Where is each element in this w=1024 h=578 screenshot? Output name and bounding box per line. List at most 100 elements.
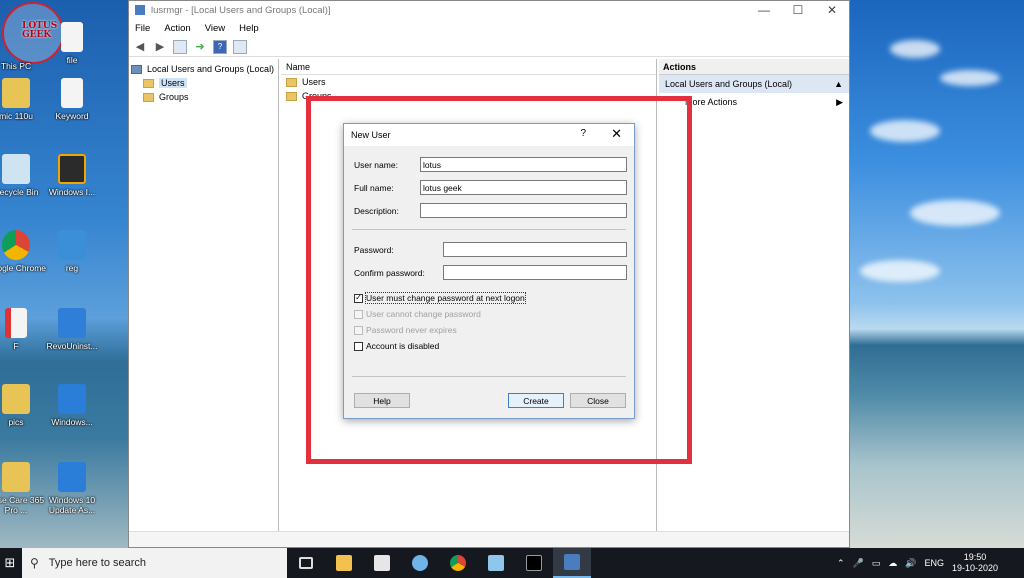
- new-user-dialog: New User ? ✕ User name: lotus Full name:…: [343, 123, 635, 419]
- menu-file[interactable]: File: [135, 23, 150, 34]
- desktop-icon-windows[interactable]: Windows...: [42, 384, 102, 427]
- menu-help[interactable]: Help: [239, 23, 259, 34]
- tree-item-groups[interactable]: Groups: [131, 90, 276, 104]
- desktop-icon-file[interactable]: file: [42, 22, 102, 65]
- checkmark-icon: ✓: [354, 293, 363, 303]
- username-label: User name:: [354, 160, 398, 170]
- title-bar: lusrmgr - [Local Users and Groups (Local…: [129, 1, 849, 19]
- desktop-icon-windows-insider[interactable]: Windows I...: [42, 154, 102, 197]
- registry-icon: [58, 230, 86, 260]
- windows-update-icon: [58, 384, 86, 414]
- username-input[interactable]: lotus: [420, 157, 627, 172]
- chrome-taskbar-icon[interactable]: [439, 548, 477, 578]
- document-icon: [61, 78, 83, 108]
- tree-item-users[interactable]: Users: [131, 76, 276, 90]
- desktop-icon-f[interactable]: F: [0, 308, 46, 351]
- list-item-users[interactable]: Users: [281, 75, 656, 89]
- desktop-icon-keyword[interactable]: Keyword: [42, 78, 102, 121]
- create-button[interactable]: Create: [508, 393, 564, 408]
- show-hide-tree-icon[interactable]: [173, 39, 187, 54]
- checkbox-password-never-expires[interactable]: Password never expires: [354, 325, 457, 335]
- checkbox-account-disabled[interactable]: Account is disabled: [354, 341, 439, 351]
- confirm-password-input[interactable]: [443, 265, 627, 280]
- paint-icon[interactable]: [401, 548, 439, 578]
- windows-update-icon: [58, 462, 86, 492]
- language-indicator[interactable]: ENG: [924, 558, 944, 568]
- chevron-right-icon: ▶: [836, 96, 843, 107]
- dialog-close-icon[interactable]: ✕: [611, 126, 622, 142]
- maximize-button[interactable]: ☐: [781, 1, 815, 19]
- taskbar-search-box[interactable]: ⚲ Type here to search: [22, 548, 287, 578]
- document-icon: [61, 22, 83, 52]
- desktop-icon-windows-update[interactable]: Windows 10 Update As...: [42, 462, 102, 515]
- menu-bar: File Action View Help: [129, 19, 849, 37]
- store-icon[interactable]: [363, 548, 401, 578]
- collapse-up-icon: ▲: [834, 79, 843, 89]
- clock[interactable]: 19:50 19-10-2020: [952, 552, 998, 574]
- separator: [352, 229, 626, 230]
- search-placeholder: Type here to search: [48, 557, 147, 569]
- folder-icon: [2, 462, 30, 492]
- chevron-up-icon[interactable]: ⌃: [837, 558, 845, 569]
- help-icon[interactable]: ?: [213, 39, 227, 54]
- recycle-bin-icon: [2, 154, 30, 184]
- desktop-icon-recycle-bin[interactable]: Recycle Bin: [0, 154, 46, 197]
- description-input[interactable]: [420, 203, 627, 218]
- confirm-password-label: Confirm password:: [354, 268, 425, 278]
- fullname-label: Full name:: [354, 183, 394, 193]
- export-list-icon[interactable]: ➜: [193, 40, 207, 54]
- help-button[interactable]: Help: [354, 393, 410, 408]
- revo-uninstaller-icon: [58, 308, 86, 338]
- windows-insider-icon: [58, 154, 86, 184]
- close-window-button[interactable]: ✕: [815, 1, 849, 19]
- close-button[interactable]: Close: [570, 393, 626, 408]
- command-prompt-icon[interactable]: [515, 548, 553, 578]
- minimize-button[interactable]: —: [747, 1, 781, 19]
- actions-group-header[interactable]: Local Users and Groups (Local) ▲: [659, 75, 849, 93]
- dialog-title-bar: New User ? ✕: [344, 124, 634, 146]
- properties-icon[interactable]: [233, 39, 247, 54]
- console-tree: Local Users and Groups (Local) Users Gro…: [129, 59, 279, 531]
- forward-arrow-icon[interactable]: ▶: [153, 40, 167, 54]
- dialog-title: New User: [351, 130, 391, 140]
- folder-icon: [2, 384, 30, 414]
- desktop-icon-pics[interactable]: pics: [0, 384, 46, 427]
- file-explorer-icon[interactable]: [325, 548, 363, 578]
- system-tray: ⌃ 🎤 ▭ ☁ 🔊 ENG 19:50 19-10-2020: [837, 548, 1024, 578]
- desktop-icon-revo[interactable]: RevoUninst...: [42, 308, 102, 351]
- desktop-icon-this-pc[interactable]: This PC: [0, 28, 46, 71]
- microphone-icon[interactable]: 🎤: [852, 558, 863, 569]
- checkbox-cannot-change-password[interactable]: User cannot change password: [354, 309, 481, 319]
- fullname-input[interactable]: lotus geek: [420, 180, 627, 195]
- desktop-icon-mic[interactable]: mic 110u: [0, 78, 46, 121]
- dialog-help-button[interactable]: ?: [580, 128, 586, 139]
- desktop-icon-chrome[interactable]: Google Chrome: [0, 230, 46, 273]
- zip-folder-icon: [2, 78, 30, 108]
- folder-icon: [286, 91, 297, 101]
- column-header-name[interactable]: Name: [281, 59, 656, 75]
- battery-icon[interactable]: ▭: [872, 558, 881, 569]
- checkbox-must-change-password[interactable]: ✓ User must change password at next logo…: [354, 292, 526, 304]
- notepad-icon[interactable]: [477, 548, 515, 578]
- taskbar: ⊞ ⚲ Type here to search ⌃ 🎤 ▭ ☁ 🔊 ENG 19…: [0, 548, 1024, 578]
- folder-icon: [143, 78, 154, 88]
- tree-root[interactable]: Local Users and Groups (Local): [131, 62, 276, 76]
- menu-action[interactable]: Action: [164, 23, 190, 34]
- folder-icon: [143, 92, 154, 102]
- window-title: lusrmgr - [Local Users and Groups (Local…: [151, 4, 331, 16]
- back-arrow-icon[interactable]: ◀: [133, 40, 147, 54]
- onedrive-icon[interactable]: ☁: [888, 558, 897, 569]
- task-view-icon[interactable]: [287, 548, 325, 578]
- volume-icon[interactable]: 🔊: [905, 558, 916, 569]
- start-windows-icon[interactable]: ⊞: [0, 548, 20, 578]
- chrome-icon: [2, 230, 30, 260]
- desktop-icon-reg[interactable]: reg: [42, 230, 102, 273]
- separator: [352, 376, 626, 377]
- lusrmgr-taskbar-icon[interactable]: [553, 548, 591, 578]
- document-icon: [5, 308, 27, 338]
- menu-view[interactable]: View: [205, 23, 225, 34]
- computer-users-icon: [131, 64, 142, 74]
- desktop-icon-wise-care[interactable]: Wise Care 365 Pro ...: [0, 462, 46, 515]
- description-label: Description:: [354, 206, 399, 216]
- password-input[interactable]: [443, 242, 627, 257]
